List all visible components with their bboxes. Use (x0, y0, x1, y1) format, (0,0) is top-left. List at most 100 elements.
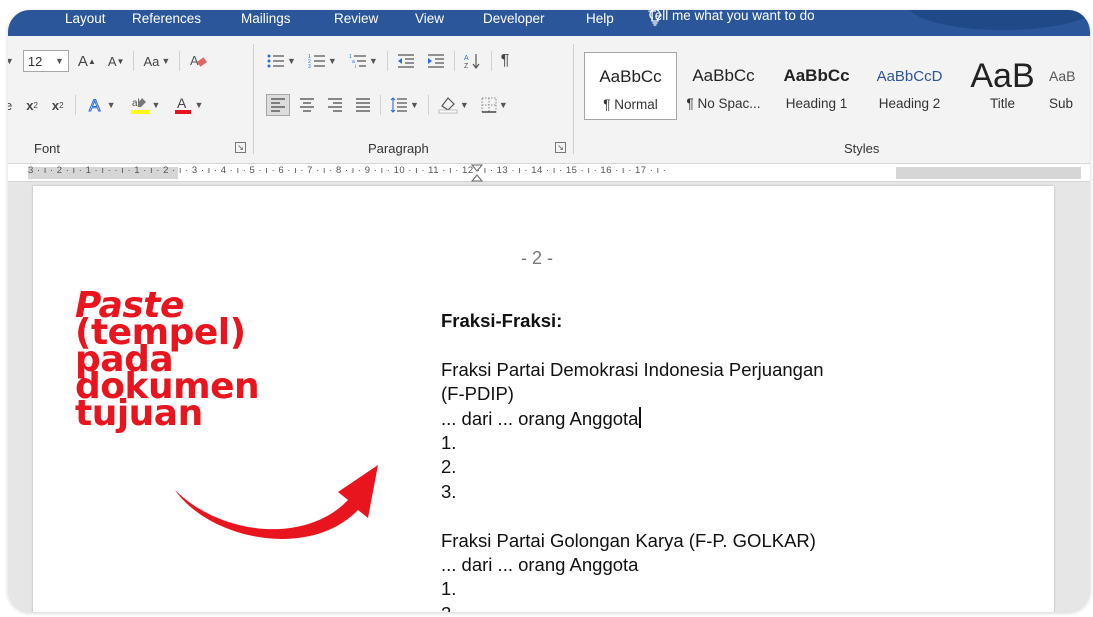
ruler-marks: 3 · ı · 2 · ı · 1 · ı · · ı · 1 · ı · 2 … (28, 165, 667, 176)
style-name: Title (989, 96, 1015, 111)
style-subtitle[interactable]: AaB Sub (1049, 52, 1089, 120)
grow-font-icon[interactable]: A ▲ (75, 50, 99, 72)
style-heading-1[interactable]: AaBbCc Heading 1 (770, 52, 863, 120)
styles-group-label: Styles (844, 141, 880, 156)
ribbon-tab-bar: Layout References Mailings Review View D… (8, 10, 1090, 36)
list-item: 2. (441, 456, 457, 478)
tab-view[interactable]: View (415, 11, 444, 26)
strikethrough-icon[interactable]: e (8, 94, 15, 116)
doc-line: (F-PDIP) (441, 383, 514, 405)
indent-marker-icon[interactable] (471, 164, 483, 182)
font-color-icon[interactable]: A ▼ (171, 94, 206, 116)
doc-heading: Fraksi-Fraksi: (441, 310, 563, 331)
show-formatting-marks-icon[interactable]: ¶ (498, 50, 513, 72)
numbering-icon[interactable]: 123 ▼ (305, 50, 340, 72)
tab-help[interactable]: Help (586, 11, 614, 26)
font-size-box[interactable]: 12 ▼ (22, 50, 69, 72)
font-group-label: Font (34, 141, 61, 156)
doc-line: Fraksi Partai Golongan Karya (F-P. GOLKA… (441, 529, 816, 551)
shading-icon[interactable]: ▼ (435, 94, 472, 116)
tab-developer[interactable]: Developer (483, 11, 545, 26)
chevron-down-icon: ▼ (55, 56, 64, 66)
tell-me-search[interactable]: Tell me what you want to do (648, 10, 815, 26)
align-left-icon[interactable] (266, 94, 290, 116)
horizontal-ruler[interactable]: 3 · ı · 2 · ı · 1 · ı · · ı · 1 · ı · 2 … (8, 164, 1090, 182)
style-name: Heading 2 (878, 96, 941, 111)
doc-line: Fraksi Partai Demokrasi Indonesia Perjua… (441, 358, 824, 380)
line-spacing-icon[interactable]: ▼ (387, 94, 422, 116)
list-item: 2. (441, 602, 824, 612)
style-sample: AaBbCc (692, 66, 755, 85)
multilevel-list-icon[interactable]: 1ai ▼ (346, 50, 381, 72)
separator (427, 95, 429, 115)
separator (380, 95, 381, 115)
svg-text:i: i (355, 64, 356, 69)
superscript-icon[interactable]: x2 (49, 94, 67, 116)
doc-line: ... dari ... orang Anggota (441, 407, 639, 429)
style-sample: AaBbCcD (876, 67, 943, 85)
svg-text:A: A (190, 53, 199, 68)
tab-mailings[interactable]: Mailings (241, 11, 291, 26)
separator (490, 51, 492, 71)
paragraph-row-1: ▼ 123 ▼ 1ai ▼ AZ ¶ (264, 50, 512, 72)
separator (453, 51, 455, 71)
document-body[interactable]: Fraksi-Fraksi: Fraksi Partai Demokrasi I… (441, 309, 824, 612)
align-center-icon[interactable] (296, 94, 318, 116)
font-size-value: 12 (27, 53, 43, 69)
shrink-font-icon[interactable]: A ▼ (105, 50, 128, 72)
separator (133, 51, 135, 71)
font-row-1: ▼ 12 ▼ A ▲ A ▼ Aa ▼ A (8, 50, 210, 72)
page-number: - 2 - (521, 248, 554, 268)
sort-icon[interactable]: AZ (461, 50, 485, 72)
ruler-margin-right (896, 167, 1081, 179)
font-name-dropdown-icon[interactable]: ▼ (8, 50, 17, 72)
align-right-icon[interactable] (324, 94, 346, 116)
style-name: ¶ No Spac... (686, 96, 761, 111)
bullets-icon[interactable]: ▼ (264, 50, 299, 72)
borders-icon[interactable]: ▼ (478, 94, 511, 116)
style-sample: AaB (1049, 68, 1076, 84)
svg-text:A: A (177, 95, 187, 111)
style-name: ¶ Normal (603, 97, 658, 112)
paragraph-dialog-launcher-icon[interactable]: ↘ (555, 142, 566, 153)
text-cursor (639, 406, 641, 428)
list-item: 1. (441, 431, 457, 453)
style-no-spacing[interactable]: AaBbCc ¶ No Spac... (677, 52, 770, 120)
group-separator (253, 44, 254, 154)
style-name: Sub (1049, 96, 1074, 111)
tab-references[interactable]: References (132, 11, 201, 26)
doc-line-with-cursor: ... dari ... orang Anggota (441, 406, 824, 431)
style-title[interactable]: AaB Title (956, 52, 1049, 120)
instruction-annotation: Paste (tempel) pada dokumen tujuan (75, 288, 260, 432)
subscript-icon[interactable]: x2 (23, 94, 41, 116)
chevron-down-icon: ▼ (161, 56, 171, 66)
style-heading-2[interactable]: AaBbCcD Heading 2 (863, 52, 956, 120)
styles-gallery: AaBbCc ¶ Normal AaBbCc ¶ No Spac... AaBb… (584, 52, 1089, 120)
style-sample: AaBbCc (783, 66, 850, 85)
change-case-button[interactable]: Aa ▼ (140, 50, 173, 72)
tell-me-text: Tell me what you want to do (648, 10, 815, 23)
justify-icon[interactable] (352, 94, 374, 116)
change-case-label: Aa (143, 53, 160, 69)
svg-text:Z: Z (464, 63, 469, 70)
style-sample: AaBbCc (599, 67, 662, 86)
group-separator (573, 44, 574, 154)
curved-arrow-icon (175, 465, 378, 539)
highlight-color-icon[interactable]: ab ▼ (127, 94, 164, 116)
style-normal[interactable]: AaBbCc ¶ Normal (584, 52, 677, 120)
increase-indent-icon[interactable] (424, 50, 448, 72)
svg-text:3: 3 (308, 64, 311, 69)
tab-layout[interactable]: Layout (65, 11, 106, 26)
tab-review[interactable]: Review (334, 11, 378, 26)
style-name: Heading 1 (785, 96, 848, 111)
ribbon: ▼ 12 ▼ A ▲ A ▼ Aa ▼ A e x2 x2 A ▼ ab ▼ A… (8, 36, 1090, 164)
decrease-indent-icon[interactable] (394, 50, 418, 72)
clear-formatting-icon[interactable]: A (186, 50, 210, 72)
text-effects-icon[interactable]: A ▼ (84, 94, 119, 116)
separator (74, 95, 76, 115)
font-dialog-launcher-icon[interactable]: ↘ (235, 142, 246, 153)
font-row-2: e x2 x2 A ▼ ab ▼ A ▼ (8, 94, 206, 116)
svg-text:A: A (464, 55, 469, 62)
